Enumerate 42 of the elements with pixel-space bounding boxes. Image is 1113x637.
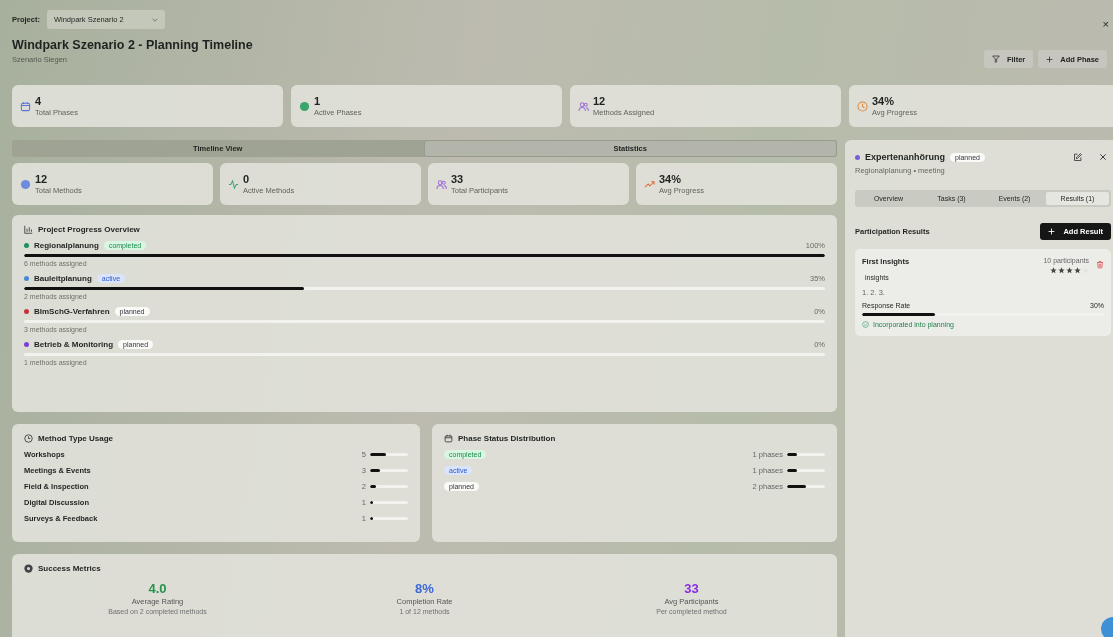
calendar-icon	[20, 100, 31, 112]
method-title: Expertenanhörung	[865, 152, 945, 162]
stat-value: 33	[451, 173, 465, 185]
target-icon	[24, 564, 33, 573]
users-icon	[436, 178, 447, 190]
close-icon[interactable]	[1099, 153, 1107, 161]
stat-value: 34%	[659, 173, 683, 185]
metric-value: 33	[683, 581, 700, 596]
stat-value: 12	[593, 95, 607, 107]
dot-icon	[20, 178, 31, 190]
chevron-down-icon	[151, 17, 158, 22]
trend-up-icon	[644, 178, 655, 190]
phase-name: Betrieb & Monitoring	[34, 340, 114, 349]
bar-chart-icon	[24, 225, 33, 234]
users-icon	[578, 100, 589, 112]
clock-icon	[24, 434, 33, 443]
stat-value: 4	[35, 95, 43, 107]
panel-title: Method Type Usage	[38, 434, 113, 443]
close-button[interactable]: ×	[1102, 18, 1109, 30]
stat-value: 0	[243, 173, 251, 185]
trash-icon[interactable]	[1096, 260, 1104, 269]
pulse-icon	[228, 178, 239, 190]
clock-icon	[857, 100, 868, 112]
panel-title: Success Metrics	[38, 564, 101, 573]
metric-value: 4.0	[147, 581, 168, 596]
panel-title: Project Progress Overview	[38, 225, 140, 234]
metric-value: 8%	[414, 581, 435, 596]
check-circle-icon	[862, 321, 869, 328]
stat-value: 34%	[872, 95, 896, 107]
page-title: Windpark Szenario 2 - Planning Timeline	[12, 38, 253, 52]
stat-value: 12	[35, 173, 49, 185]
plus-icon	[1048, 228, 1056, 235]
phase-name: BImSchG-Verfahren	[34, 307, 110, 316]
filter-icon	[991, 55, 1000, 63]
panel-title: Phase Status Distribution	[458, 434, 556, 443]
phase-name: Regionalplanung	[34, 241, 99, 250]
stat-value: 1	[314, 95, 322, 107]
plus-icon	[1046, 55, 1054, 63]
edit-icon[interactable]	[1073, 152, 1082, 162]
calendar-icon	[444, 434, 453, 443]
phase-name: Bauleitplanung	[34, 274, 92, 283]
dot-icon	[299, 100, 310, 112]
